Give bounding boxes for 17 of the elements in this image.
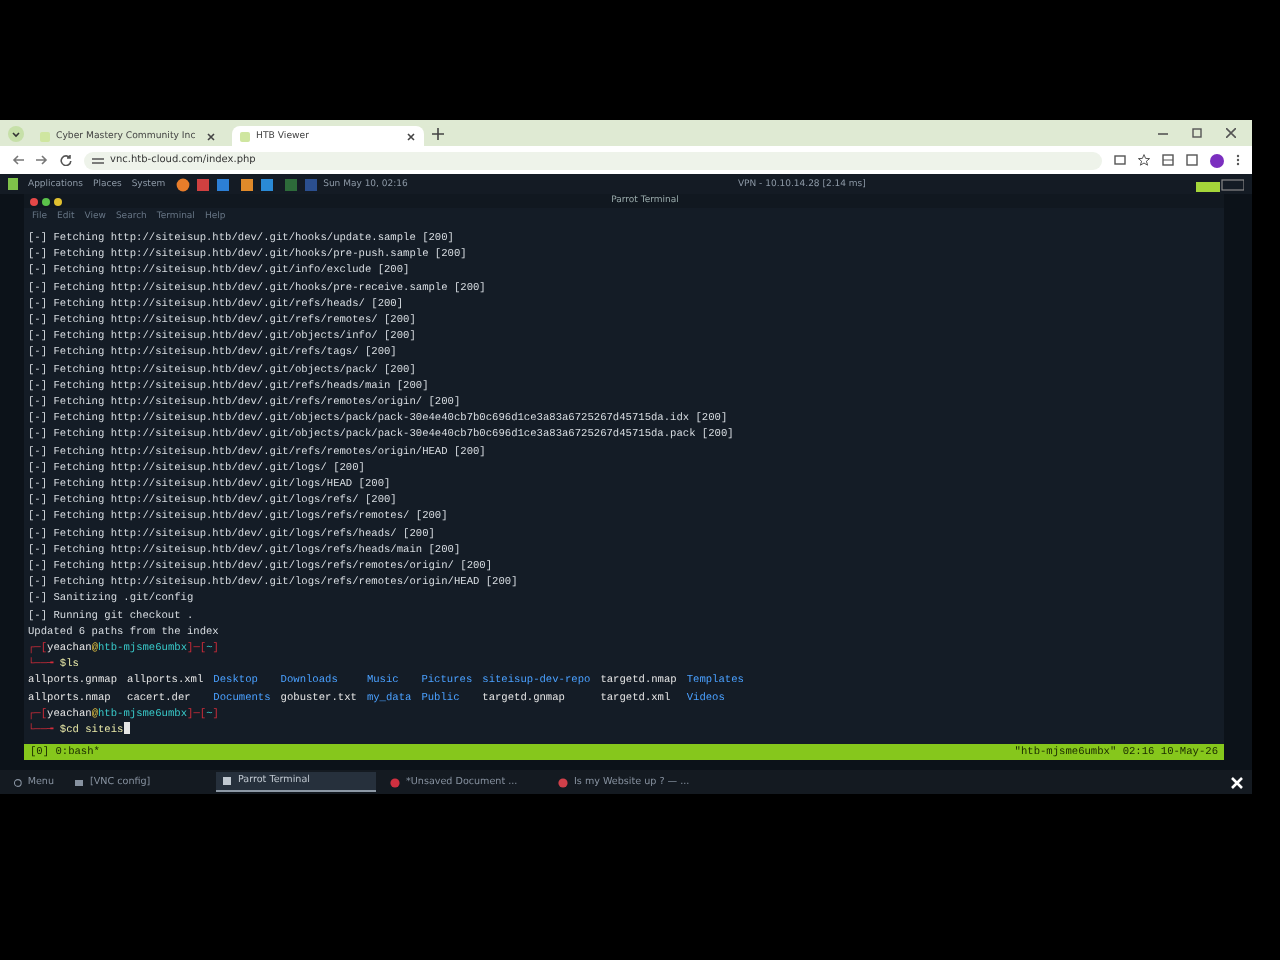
- close-icon[interactable]: [406, 131, 416, 141]
- tab-list-icon[interactable]: [8, 125, 24, 141]
- close-dot-icon[interactable]: [30, 197, 38, 205]
- star-icon[interactable]: [1138, 154, 1150, 166]
- page-icon: [240, 131, 250, 141]
- forward-arrow-icon[interactable]: [36, 154, 48, 166]
- reload-icon[interactable]: [60, 154, 72, 166]
- close-icon[interactable]: [206, 131, 216, 141]
- close-icon[interactable]: [1226, 128, 1236, 138]
- profile-avatar-icon[interactable]: [1210, 153, 1224, 167]
- plus-icon[interactable]: [432, 127, 444, 139]
- maximize-dot-icon[interactable]: [42, 197, 50, 205]
- minimize-icon[interactable]: [1158, 128, 1168, 138]
- minimize-dot-icon[interactable]: [54, 197, 62, 205]
- maximize-icon[interactable]: [1192, 128, 1202, 138]
- page-icon: [40, 131, 50, 141]
- back-arrow-icon[interactable]: [12, 154, 24, 166]
